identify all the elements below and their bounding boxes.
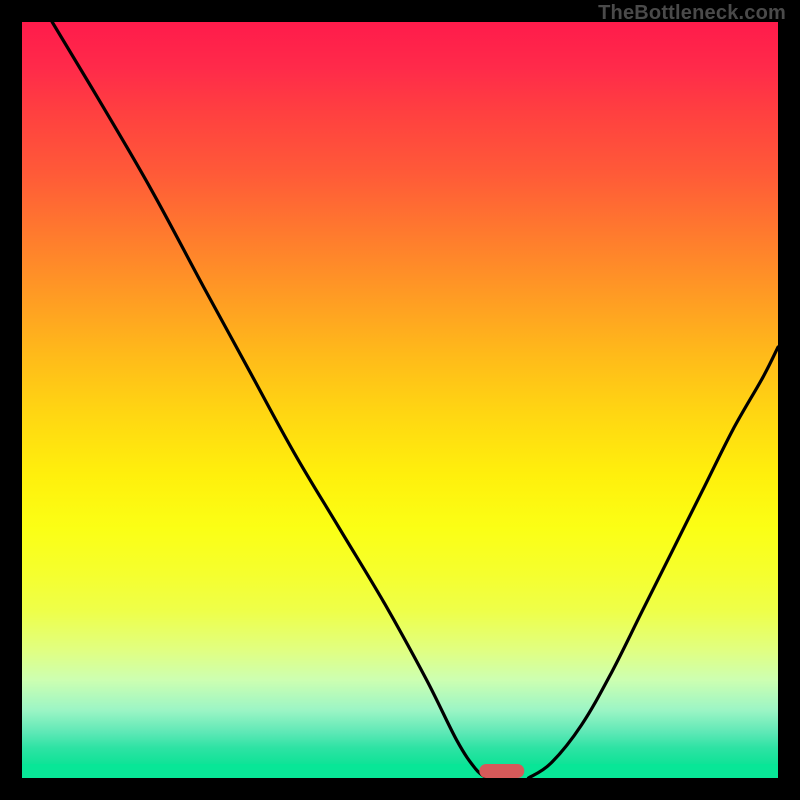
bottleneck-curve (22, 22, 778, 778)
chart-frame: TheBottleneck.com (0, 0, 800, 800)
optimal-marker (479, 764, 524, 778)
curve-right-path (529, 347, 779, 778)
plot-area (22, 22, 778, 778)
curve-left-path (52, 22, 487, 778)
watermark-text: TheBottleneck.com (598, 2, 786, 25)
